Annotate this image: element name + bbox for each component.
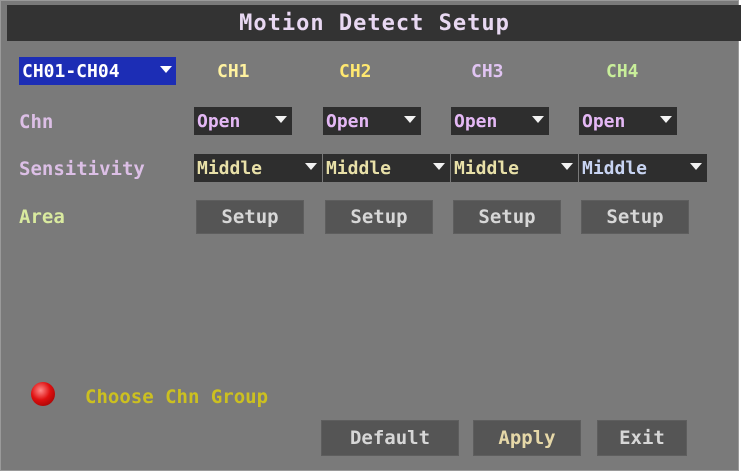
chevron-down-icon (660, 116, 672, 123)
chn-value: Open (197, 110, 241, 132)
row-label-chn: Chn (19, 111, 54, 133)
chevron-down-icon (404, 116, 416, 123)
chevron-down-icon (305, 163, 317, 170)
chevron-down-icon (433, 163, 445, 170)
row-label-area: Area (19, 206, 65, 228)
chn-select-ch2[interactable]: Open (323, 107, 421, 135)
area-setup-button-ch1[interactable]: Setup (196, 200, 304, 234)
area-setup-button-ch3[interactable]: Setup (453, 200, 561, 234)
apply-button[interactable]: Apply (473, 420, 581, 456)
channel-header-ch4: CH4 (606, 61, 639, 82)
sensitivity-value: Middle (326, 157, 392, 179)
sensitivity-value: Middle (454, 157, 520, 179)
chn-value: Open (582, 110, 626, 132)
status-text: Choose Chn Group (85, 386, 269, 408)
window-title: Motion Detect Setup (7, 5, 741, 41)
sensitivity-value: Middle (582, 157, 648, 179)
chevron-down-icon (561, 163, 573, 170)
area-setup-button-ch2[interactable]: Setup (325, 200, 433, 234)
default-button[interactable]: Default (321, 420, 459, 456)
channel-header-ch1: CH1 (217, 61, 250, 82)
chn-value: Open (454, 110, 498, 132)
sensitivity-select-ch1[interactable]: Middle (194, 154, 322, 182)
channel-header-ch3: CH3 (471, 61, 504, 82)
chevron-down-icon (160, 66, 172, 73)
channel-group-value: CH01-CH04 (22, 60, 120, 82)
chevron-down-icon (690, 163, 702, 170)
status-indicator-icon (31, 382, 55, 406)
area-setup-button-ch4[interactable]: Setup (581, 200, 689, 234)
chn-select-ch1[interactable]: Open (194, 107, 292, 135)
chn-select-ch3[interactable]: Open (451, 107, 549, 135)
sensitivity-select-ch2[interactable]: Middle (323, 154, 450, 182)
exit-button[interactable]: Exit (597, 420, 687, 456)
row-label-sensitivity: Sensitivity (19, 158, 145, 180)
chevron-down-icon (532, 116, 544, 123)
chn-value: Open (326, 110, 370, 132)
channel-group-select[interactable]: CH01-CH04 (19, 57, 176, 85)
channel-header-ch2: CH2 (339, 61, 372, 82)
sensitivity-select-ch4[interactable]: Middle (579, 154, 707, 182)
motion-detect-window: Motion Detect Setup CH01-CH04 CH1 CH2 CH… (0, 0, 741, 471)
sensitivity-value: Middle (197, 157, 263, 179)
chn-select-ch4[interactable]: Open (579, 107, 677, 135)
sensitivity-select-ch3[interactable]: Middle (451, 154, 578, 182)
chevron-down-icon (275, 116, 287, 123)
